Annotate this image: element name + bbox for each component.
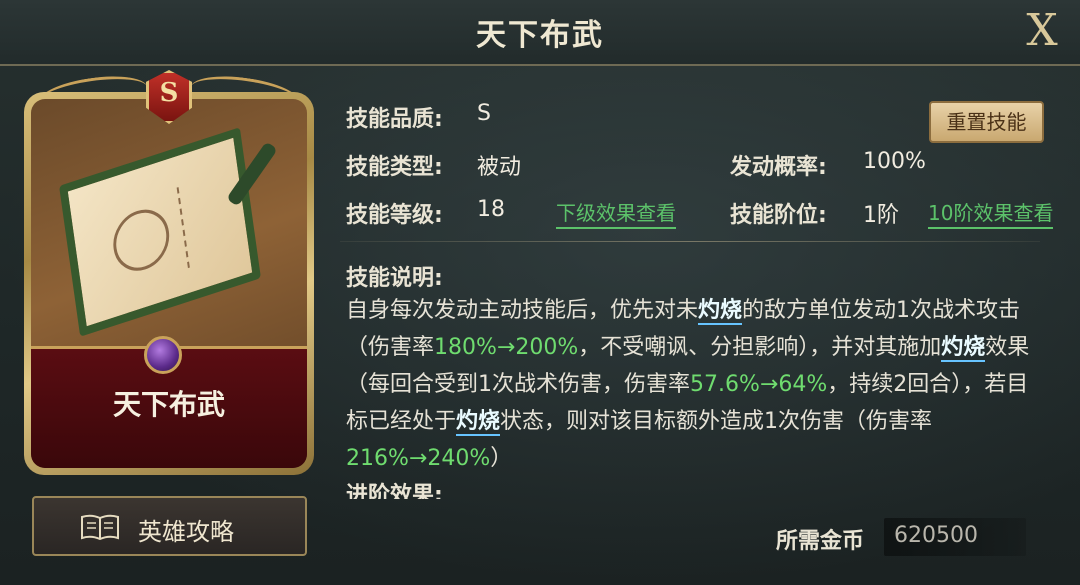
type-label: 技能类型: <box>346 155 443 180</box>
reset-skill-button[interactable]: 重置技能 <box>929 101 1044 143</box>
damage-rate-value: 216%→240% <box>346 446 491 471</box>
purple-gem-icon <box>144 336 182 374</box>
cost-label: 所需金币 <box>776 529 865 554</box>
rate-label: 发动概率: <box>730 155 827 180</box>
seal-stamp <box>109 202 173 279</box>
description-text: ） <box>490 446 513 471</box>
skill-description: 自身每次发动主动技能后，优先对未灼烧的敌方单位发动1次战术攻击（伤害率180%→… <box>346 292 1036 477</box>
rank-value: 1阶 <box>863 203 899 228</box>
card-frame: 天下布武 <box>24 92 314 475</box>
quality-badge: S <box>159 78 179 108</box>
scroll-book-illustration <box>59 127 261 337</box>
keyword-burn[interactable]: 灼烧 <box>698 298 743 325</box>
calligraphy-lines <box>176 169 246 269</box>
card-name: 天下布武 <box>112 388 225 421</box>
description-label: 技能说明: <box>346 266 443 291</box>
cost-value: 620500 <box>894 523 978 548</box>
description-text: ，不受嘲讽、分担影响），并对其施加 <box>578 335 942 360</box>
hero-guide-label: 英雄攻略 <box>138 518 234 546</box>
quality-value: S <box>477 101 491 126</box>
section-divider <box>340 241 1040 242</box>
keyword-burn[interactable]: 灼烧 <box>456 409 501 436</box>
next-level-effect-link[interactable]: 下级效果查看 <box>556 197 676 229</box>
cost-box: 620500 <box>884 518 1026 556</box>
page-title: 天下布武 <box>476 18 604 53</box>
hero-guide-button[interactable]: 英雄攻略 <box>32 496 307 556</box>
keyword-burn[interactable]: 灼烧 <box>941 335 986 362</box>
book-icon <box>81 514 119 540</box>
card-artwork: 天下布武 <box>31 99 307 468</box>
close-button[interactable]: X <box>1018 6 1066 56</box>
damage-rate-value: 180%→200% <box>434 335 579 360</box>
level-label: 技能等级: <box>346 203 443 228</box>
advanced-effect-label: 进阶效果: <box>346 483 443 499</box>
damage-rate-value: 57.6%→64% <box>690 372 828 397</box>
rank10-effect-link[interactable]: 10阶效果查看 <box>928 197 1054 229</box>
rank-label: 技能阶位: <box>730 203 827 228</box>
description-text: 自身每次发动主动技能后，优先对未 <box>346 298 699 323</box>
type-value: 被动 <box>477 155 522 180</box>
quality-label: 技能品质: <box>346 107 443 132</box>
title-bar: 天下布武 X <box>0 0 1080 66</box>
rate-value: 100% <box>863 149 926 174</box>
level-value: 18 <box>477 197 505 222</box>
skill-detail-panel: 天下布武 X 天下布武 S 英雄攻略 技能品质: S 重置技能 技能类型: 被动… <box>0 0 1080 585</box>
skill-card: 天下布武 S <box>24 70 314 475</box>
description-text: 状态，则对该目标额外造成1次伤害（伤害率 <box>500 409 933 434</box>
